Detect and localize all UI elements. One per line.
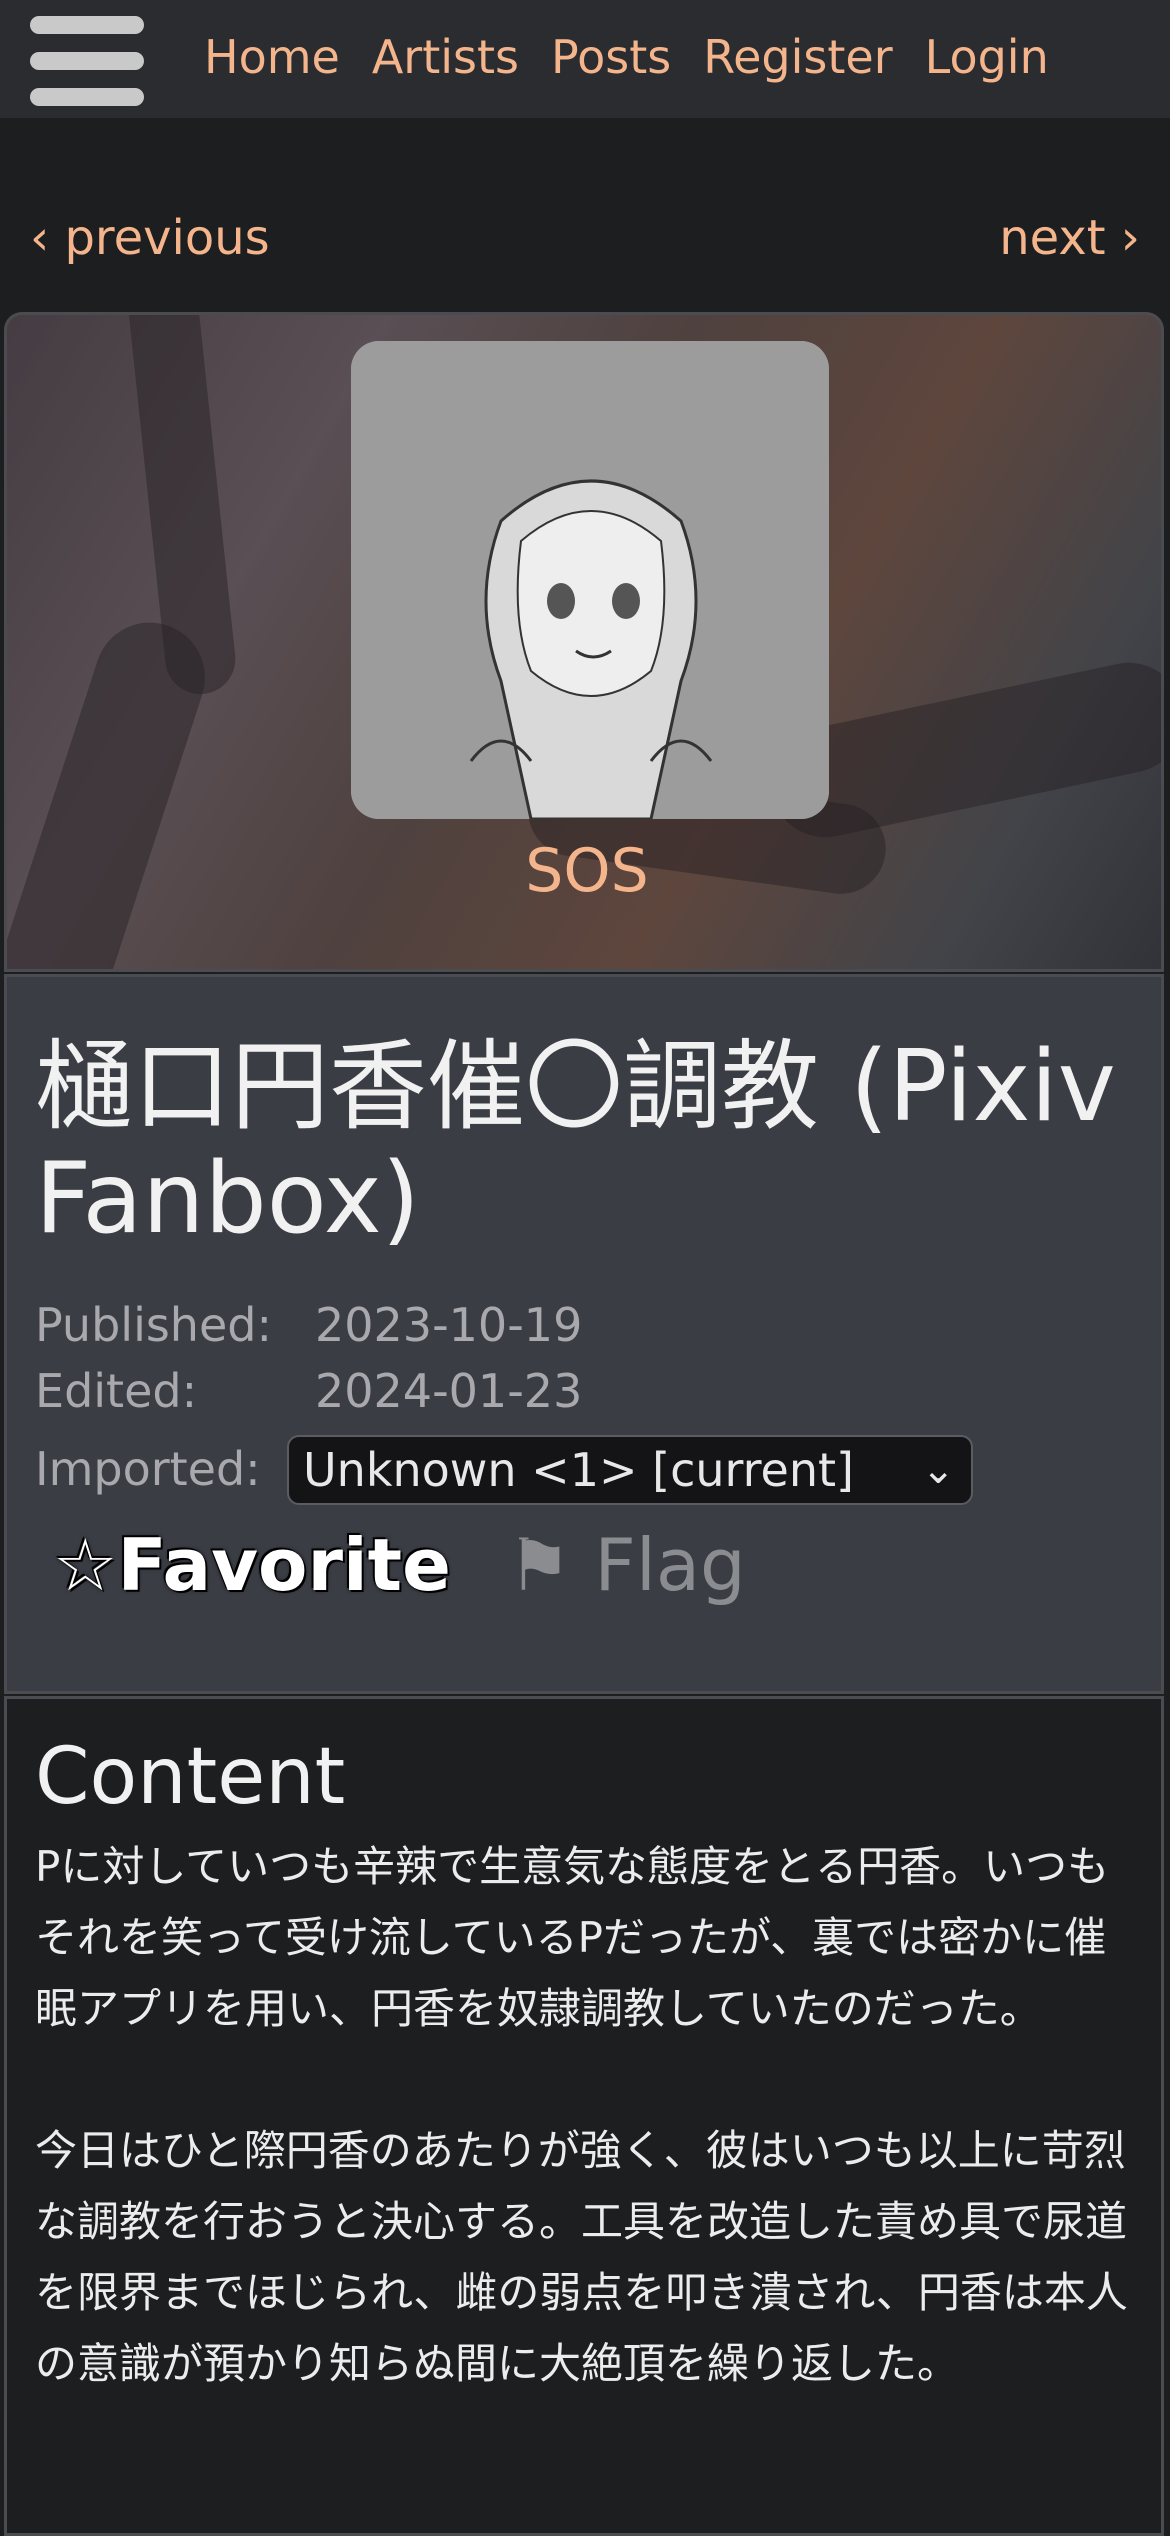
artist-name-link[interactable]: SOS: [7, 831, 1161, 911]
content-paragraph: Pに対していつも辛辣で生意気な態度をとる円香。いつもそれを笑って受け流しているP…: [35, 1842, 1110, 2033]
edited-label: Edited:: [35, 1364, 198, 1418]
content-section: Content Pに対していつも辛辣で生意気な態度をとる円香。いつもそれを笑って…: [4, 1696, 1164, 2536]
edited-date: 2024-01-23: [315, 1364, 583, 1418]
imported-label: Imported:: [35, 1442, 261, 1496]
nav-home[interactable]: Home: [204, 22, 340, 92]
content-body: Pに対していつも辛辣で生意気な態度をとる円香。いつもそれを笑って受け流しているP…: [35, 1831, 1147, 2470]
content-paragraph: 今日はひと際円香のあたりが強く、彼はいつも以上に苛烈な調教を行おうと決心する。工…: [35, 2126, 1128, 2388]
published-label: Published:: [35, 1298, 272, 1352]
import-version-value: Unknown <1> [current]: [303, 1443, 854, 1497]
avatar-illustration: [351, 341, 829, 819]
top-bar: Home Artists Posts Register Login: [0, 0, 1170, 118]
published-date: 2023-10-19: [315, 1298, 583, 1352]
nav-posts[interactable]: Posts: [551, 22, 671, 92]
main-nav: Home Artists Posts Register Login: [204, 22, 1049, 92]
artist-banner: SOS: [4, 312, 1164, 972]
nav-login[interactable]: Login: [925, 22, 1049, 92]
flag-button[interactable]: ⚑ Flag: [507, 1515, 746, 1615]
nav-artists[interactable]: Artists: [372, 22, 519, 92]
artist-avatar[interactable]: [351, 341, 829, 819]
content-heading: Content: [35, 1732, 346, 1822]
hamburger-menu-icon[interactable]: [30, 16, 144, 106]
nav-register[interactable]: Register: [703, 22, 892, 92]
favorite-button[interactable]: ☆Favorite: [53, 1515, 451, 1615]
post-title: 樋口円香催〇調教 (Pixiv Fanbox): [35, 1030, 1116, 1256]
chevron-down-icon: ⌄: [921, 1447, 955, 1493]
import-version-select[interactable]: Unknown <1> [current] ⌄: [287, 1435, 973, 1505]
previous-link[interactable]: ‹ previous: [30, 205, 270, 271]
post-info-card: 樋口円香催〇調教 (Pixiv Fanbox) Published: 2023-…: [4, 974, 1164, 1694]
next-link[interactable]: next ›: [999, 205, 1140, 271]
